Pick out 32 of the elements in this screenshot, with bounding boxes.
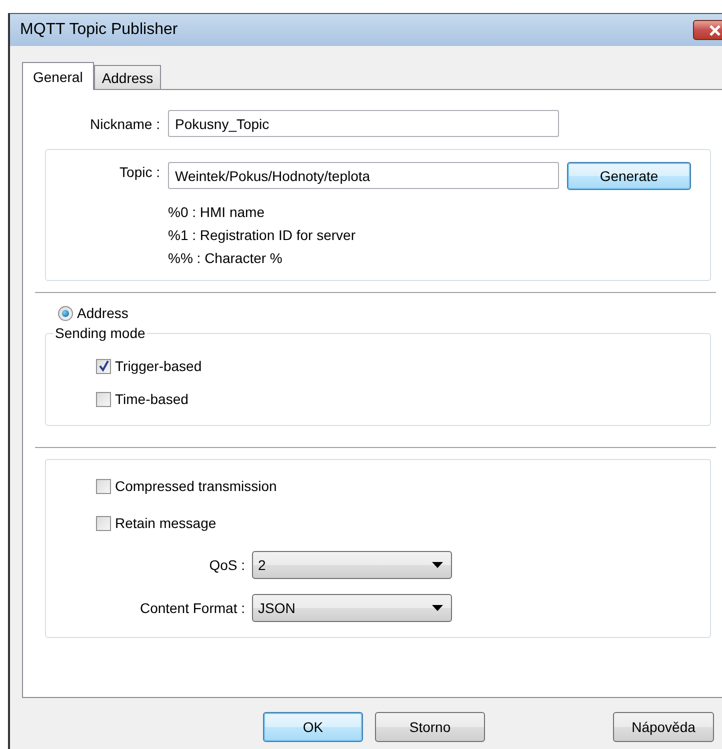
checkbox[interactable]	[96, 516, 111, 530]
dropdown[interactable]: JSON	[252, 594, 452, 622]
field-label: QoS :	[208, 557, 245, 573]
dropdown[interactable]: 2	[252, 551, 452, 579]
tab[interactable]: Address	[94, 65, 162, 89]
checkbox[interactable]	[96, 478, 111, 494]
checkbox-label: Time-based	[115, 391, 188, 407]
hint-text: %% : Character %	[168, 249, 282, 268]
help-button[interactable]: Nápověda	[613, 712, 714, 742]
field-label: Nickname :	[88, 116, 160, 132]
checkbox-label: Retain message	[115, 515, 216, 531]
generate-button[interactable]: Generate	[567, 162, 691, 190]
radio-label: Address	[77, 305, 128, 321]
hint-text: %0 : HMI name	[168, 203, 264, 222]
checkbox[interactable]	[96, 358, 111, 374]
checkbox-label: Compressed transmission	[115, 478, 277, 494]
tab[interactable]: General	[22, 62, 94, 90]
group-title: Sending mode	[54, 325, 146, 341]
field-label: Content Format :	[138, 600, 245, 616]
input-field[interactable]: Weintek/Pokus/Hodnoty/teplota	[168, 162, 559, 189]
input-field[interactable]: Pokusny_Topic	[168, 110, 559, 137]
cancel-button[interactable]: Storno	[375, 712, 485, 742]
close-icon	[709, 24, 721, 36]
dropdown-arrow-icon	[432, 605, 443, 611]
ok-button[interactable]: OK	[263, 712, 363, 742]
checkbox[interactable]	[96, 392, 111, 406]
field-label: Topic :	[118, 164, 160, 180]
checkbox-label: Trigger-based	[115, 358, 202, 374]
window-title: MQTT Topic Publisher	[20, 21, 178, 39]
radio-button[interactable]	[58, 306, 73, 320]
dropdown-arrow-icon	[432, 562, 443, 568]
hint-text: %1 : Registration ID for server	[168, 226, 356, 245]
